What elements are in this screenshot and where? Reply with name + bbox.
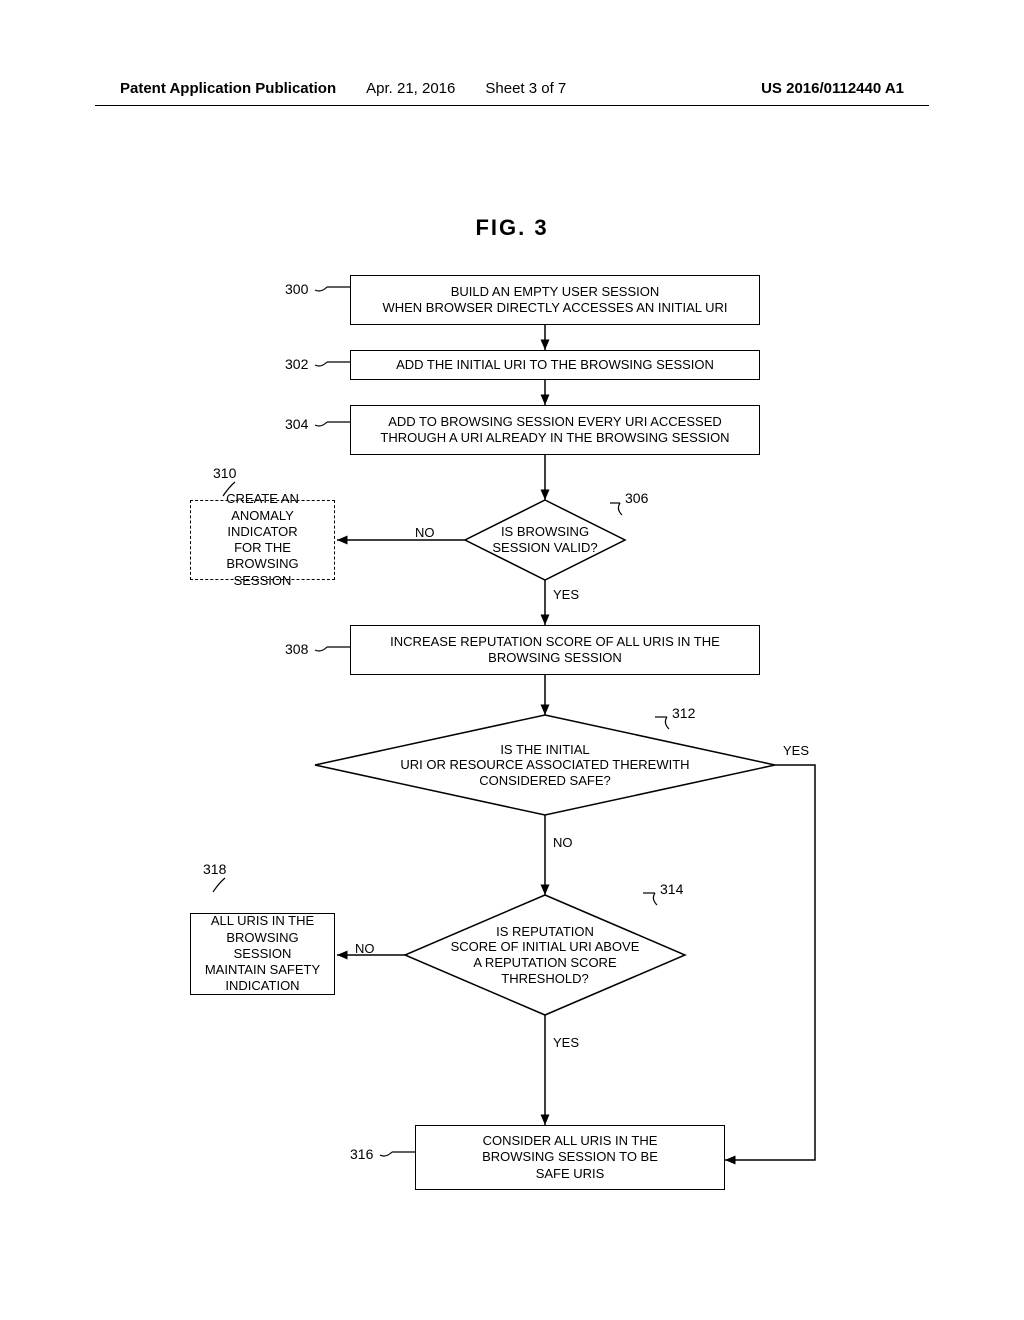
step-308-box: INCREASE REPUTATION SCORE OF ALL URIS IN… (350, 625, 760, 675)
step-300-box: BUILD AN EMPTY USER SESSION WHEN BROWSER… (350, 275, 760, 325)
step-318-box: ALL URIS IN THE BROWSING SESSION MAINTAI… (190, 913, 335, 995)
decision-314: IS REPUTATION SCORE OF INITIAL URI ABOVE… (405, 895, 685, 1015)
step-316-box: CONSIDER ALL URIS IN THE BROWSING SESSIO… (415, 1125, 725, 1190)
label-314-yes: YES (553, 1035, 579, 1050)
ref-314: 314 (660, 881, 683, 897)
sheet-number: Sheet 3 of 7 (485, 80, 566, 97)
ref-300: 300 (285, 281, 308, 297)
ref-304: 304 (285, 416, 308, 432)
label-306-no: NO (415, 525, 435, 540)
decision-306: IS BROWSING SESSION VALID? (465, 500, 625, 580)
label-312-no: NO (553, 835, 573, 850)
ref-312: 312 (672, 705, 695, 721)
step-316-text: CONSIDER ALL URIS IN THE BROWSING SESSIO… (482, 1133, 658, 1182)
step-300-text: BUILD AN EMPTY USER SESSION WHEN BROWSER… (382, 284, 727, 317)
label-312-yes: YES (783, 743, 809, 758)
decision-306-text: IS BROWSING SESSION VALID? (465, 500, 625, 580)
ref-310: 310 (213, 465, 236, 481)
publication-label: Patent Application Publication (120, 80, 336, 97)
header-divider (95, 105, 929, 106)
step-304-text: ADD TO BROWSING SESSION EVERY URI ACCESS… (380, 414, 729, 447)
step-318-text: ALL URIS IN THE BROWSING SESSION MAINTAI… (197, 913, 328, 994)
step-302-text: ADD THE INITIAL URI TO THE BROWSING SESS… (396, 357, 714, 373)
step-308-text: INCREASE REPUTATION SCORE OF ALL URIS IN… (390, 634, 720, 667)
patent-header: Patent Application Publication Apr. 21, … (0, 80, 1024, 97)
publication-number: US 2016/0112440 A1 (761, 80, 904, 97)
figure-title: FIG. 3 (0, 215, 1024, 241)
ref-302: 302 (285, 356, 308, 372)
ref-306: 306 (625, 490, 648, 506)
publication-date: Apr. 21, 2016 (366, 80, 455, 97)
decision-312: IS THE INITIAL URI OR RESOURCE ASSOCIATE… (315, 715, 775, 815)
ref-318: 318 (203, 861, 226, 877)
flowchart-canvas: BUILD AN EMPTY USER SESSION WHEN BROWSER… (95, 275, 895, 1215)
step-304-box: ADD TO BROWSING SESSION EVERY URI ACCESS… (350, 405, 760, 455)
step-310-box: CREATE AN ANOMALY INDICATOR FOR THE BROW… (190, 500, 335, 580)
step-310-text: CREATE AN ANOMALY INDICATOR FOR THE BROW… (197, 491, 328, 589)
label-306-yes: YES (553, 587, 579, 602)
ref-308: 308 (285, 641, 308, 657)
decision-314-text: IS REPUTATION SCORE OF INITIAL URI ABOVE… (405, 895, 685, 1015)
label-314-no: NO (355, 941, 375, 956)
ref-316: 316 (350, 1146, 373, 1162)
step-302-box: ADD THE INITIAL URI TO THE BROWSING SESS… (350, 350, 760, 380)
decision-312-text: IS THE INITIAL URI OR RESOURCE ASSOCIATE… (315, 715, 775, 815)
